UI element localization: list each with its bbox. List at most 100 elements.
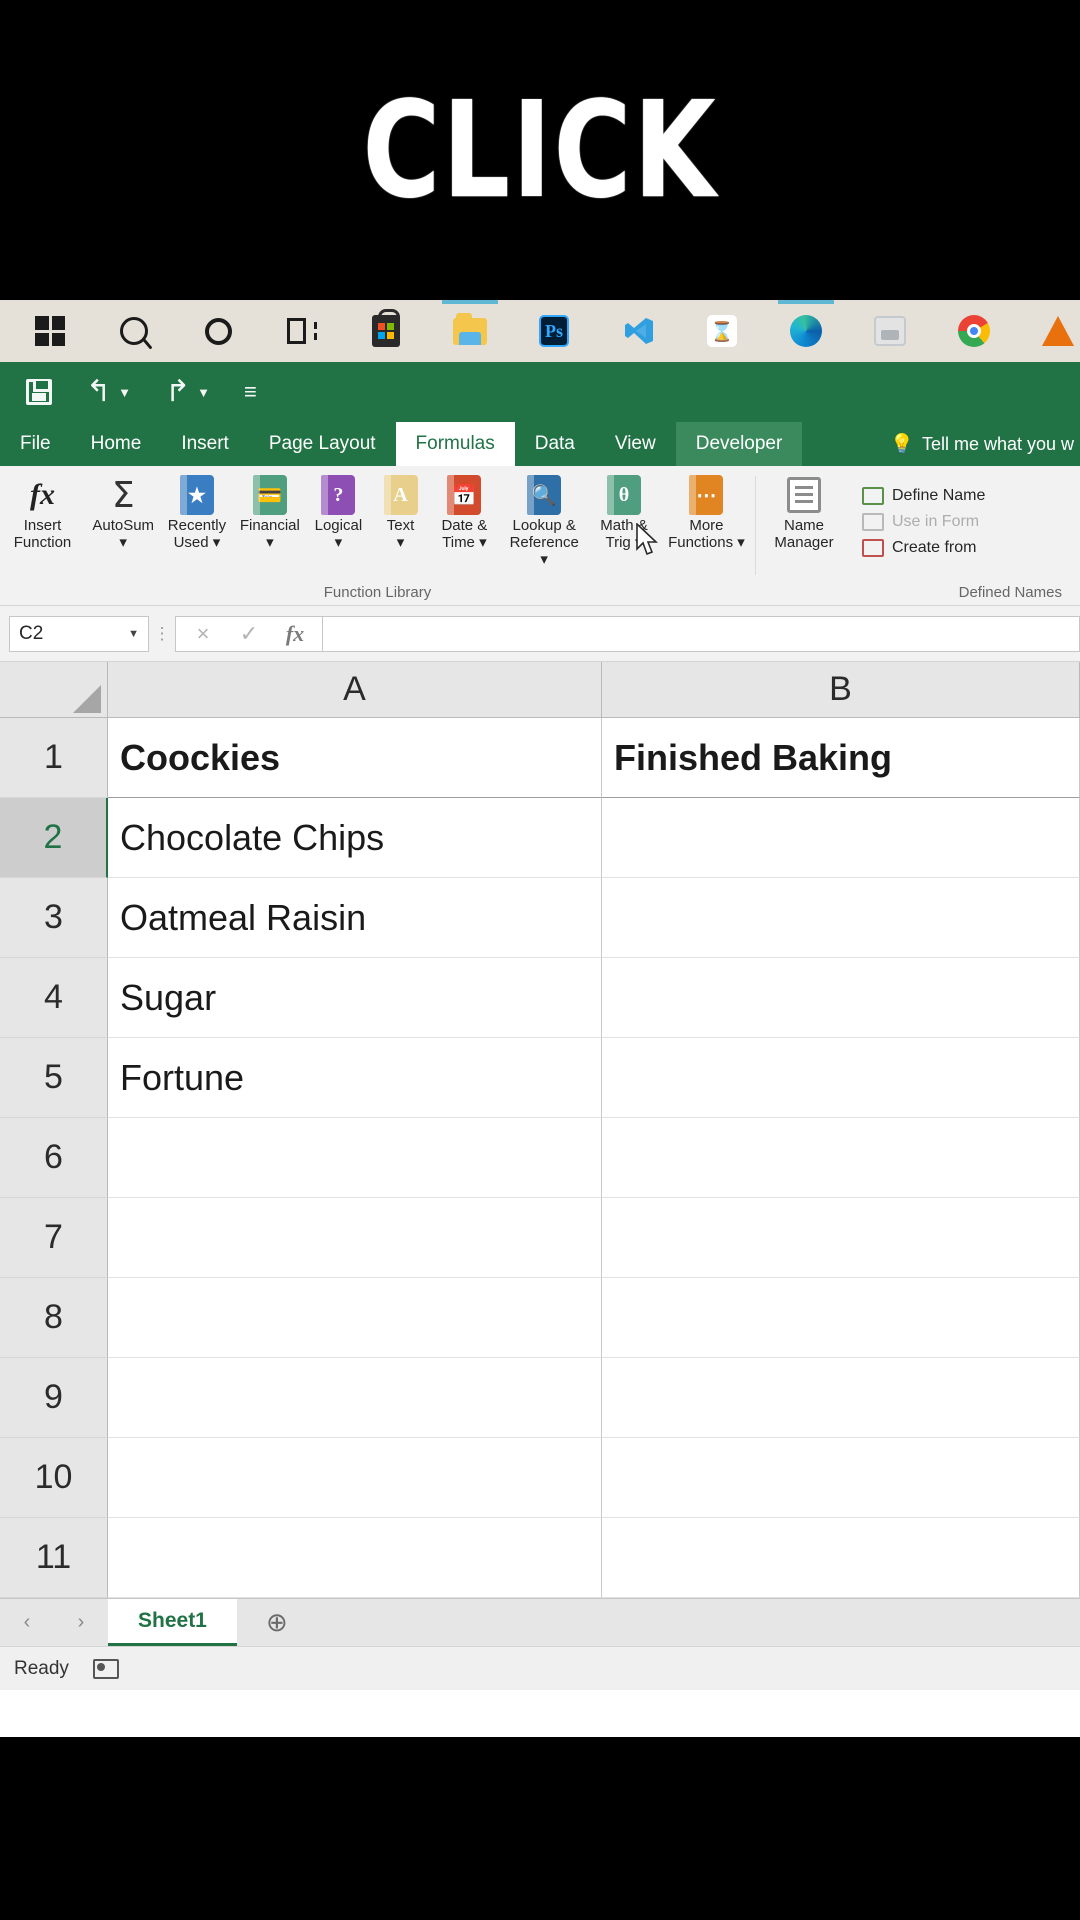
cortana-button[interactable] bbox=[176, 300, 260, 362]
save-button[interactable] bbox=[26, 379, 52, 405]
name-box[interactable]: C2 ▼ bbox=[9, 615, 149, 652]
customize-qat-button[interactable]: ≡ bbox=[244, 379, 257, 405]
cell-a2[interactable]: Chocolate Chips bbox=[108, 798, 602, 878]
create-from-selection-button[interactable]: Create from bbox=[862, 539, 985, 557]
cell-a11[interactable] bbox=[108, 1518, 602, 1598]
cell-a4[interactable]: Sugar bbox=[108, 958, 602, 1038]
insert-function-icon[interactable]: fx bbox=[272, 621, 318, 647]
autosum-button[interactable]: Σ AutoSum ▾ bbox=[86, 475, 161, 552]
logical-button[interactable]: ? Logical ▾ bbox=[306, 475, 370, 552]
next-sheet-button[interactable]: › bbox=[78, 1611, 85, 1634]
cell-b7[interactable] bbox=[602, 1198, 1080, 1278]
add-sheet-button[interactable]: ⊕ bbox=[237, 1599, 317, 1646]
paint-button[interactable] bbox=[848, 300, 932, 362]
lookup-reference-book-icon: 🔍 bbox=[527, 475, 562, 515]
microsoft-edge-button[interactable] bbox=[764, 300, 848, 362]
define-name-icon bbox=[862, 487, 884, 505]
cell-b11[interactable] bbox=[602, 1518, 1080, 1598]
cell-b3[interactable] bbox=[602, 878, 1080, 958]
photoshop-button[interactable]: Ps bbox=[512, 300, 596, 362]
formula-bar: C2 ▼ ⋮ × ✓ fx bbox=[0, 606, 1080, 662]
row-header-8[interactable]: 8 bbox=[0, 1278, 108, 1358]
customize-qat-icon: ≡ bbox=[244, 379, 257, 404]
cell-b2[interactable] bbox=[602, 798, 1080, 878]
use-in-formula-button[interactable]: Use in Form bbox=[862, 513, 985, 531]
cell-a7[interactable] bbox=[108, 1198, 602, 1278]
undo-button[interactable]: ↰ ▼ bbox=[86, 377, 131, 407]
hourglass-app-button[interactable]: ⌛ bbox=[680, 300, 764, 362]
name-box-value: C2 bbox=[19, 622, 44, 644]
mouse-cursor bbox=[636, 523, 659, 556]
financial-button[interactable]: 💳 Financial ▾ bbox=[233, 475, 306, 552]
ribbon-tab-view[interactable]: View bbox=[595, 422, 676, 466]
row-header-10[interactable]: 10 bbox=[0, 1438, 108, 1518]
ribbon-tab-data[interactable]: Data bbox=[515, 422, 595, 466]
cell-a9[interactable] bbox=[108, 1358, 602, 1438]
formula-input[interactable] bbox=[323, 615, 1080, 652]
cell-a5[interactable]: Fortune bbox=[108, 1038, 602, 1118]
cell-b8[interactable] bbox=[602, 1278, 1080, 1358]
undo-icon: ↰ bbox=[86, 374, 112, 409]
ribbon-tab-file[interactable]: File bbox=[0, 422, 71, 466]
google-chrome-button[interactable] bbox=[932, 300, 1016, 362]
text-button[interactable]: A Text ▾ bbox=[371, 475, 431, 552]
windows-logo-icon bbox=[35, 316, 65, 346]
date-time-button[interactable]: 📅 Date & Time ▾ bbox=[431, 475, 499, 552]
ribbon-tab-bar: File Home Insert Page Layout Formulas Da… bbox=[0, 422, 1080, 466]
row-header-5[interactable]: 5 bbox=[0, 1038, 108, 1118]
click-overlay-text: CLICK bbox=[362, 71, 718, 229]
row-header-11[interactable]: 11 bbox=[0, 1518, 108, 1598]
cell-a3[interactable]: Oatmeal Raisin bbox=[108, 878, 602, 958]
search-button[interactable] bbox=[92, 300, 176, 362]
select-all-corner[interactable] bbox=[0, 662, 108, 718]
lookup-reference-button[interactable]: 🔍 Lookup & Reference ▾ bbox=[498, 475, 590, 568]
cell-b1[interactable]: Finished Baking bbox=[602, 718, 1080, 798]
define-name-button[interactable]: Define Name bbox=[862, 487, 985, 505]
name-manager-button[interactable]: Name Manager bbox=[756, 475, 852, 552]
cell-a1[interactable]: Coockies bbox=[108, 718, 602, 798]
microsoft-store-button[interactable] bbox=[344, 300, 428, 362]
row-header-9[interactable]: 9 bbox=[0, 1358, 108, 1438]
ribbon-tab-home[interactable]: Home bbox=[71, 422, 162, 466]
tell-me-search[interactable]: 💡 Tell me what you w bbox=[890, 422, 1080, 466]
vlc-button[interactable] bbox=[1016, 300, 1080, 362]
cancel-formula-button[interactable]: × bbox=[180, 621, 226, 647]
start-button[interactable] bbox=[8, 300, 92, 362]
ribbon-tab-formulas[interactable]: Formulas bbox=[395, 422, 515, 466]
recently-used-button[interactable]: ★ Recently Used ▾ bbox=[161, 475, 234, 552]
row-header-7[interactable]: 7 bbox=[0, 1198, 108, 1278]
row-header-2[interactable]: 2 bbox=[0, 798, 108, 878]
ribbon-tab-page-layout[interactable]: Page Layout bbox=[249, 422, 396, 466]
insert-function-button[interactable]: fx Insert Function bbox=[0, 475, 85, 552]
logical-label: Logical ▾ bbox=[314, 517, 363, 551]
cell-b9[interactable] bbox=[602, 1358, 1080, 1438]
file-explorer-button[interactable] bbox=[428, 300, 512, 362]
row-header-3[interactable]: 3 bbox=[0, 878, 108, 958]
cell-a10[interactable] bbox=[108, 1438, 602, 1518]
recently-used-book-icon: ★ bbox=[179, 475, 214, 515]
row-header-4[interactable]: 4 bbox=[0, 958, 108, 1038]
cell-a8[interactable] bbox=[108, 1278, 602, 1358]
ribbon-group-defined-names: Name Manager Define Name Use in Form Cre… bbox=[756, 466, 1076, 605]
sheet-tab-sheet1[interactable]: Sheet1 bbox=[108, 1599, 237, 1646]
cell-b6[interactable] bbox=[602, 1118, 1080, 1198]
row-header-1[interactable]: 1 bbox=[0, 718, 108, 798]
column-header-b[interactable]: B bbox=[602, 662, 1080, 718]
cell-b4[interactable] bbox=[602, 958, 1080, 1038]
prev-sheet-button[interactable]: ‹ bbox=[24, 1611, 31, 1634]
cell-a6[interactable] bbox=[108, 1118, 602, 1198]
ribbon-tab-developer[interactable]: Developer bbox=[675, 422, 803, 466]
task-view-button[interactable] bbox=[260, 300, 344, 362]
cell-b10[interactable] bbox=[602, 1438, 1080, 1518]
column-header-a[interactable]: A bbox=[108, 662, 602, 718]
vs-code-button[interactable] bbox=[596, 300, 680, 362]
chevron-down-icon: ▼ bbox=[118, 384, 132, 400]
name-box-resize-handle[interactable]: ⋮ bbox=[149, 624, 175, 644]
enter-formula-button[interactable]: ✓ bbox=[226, 621, 272, 647]
more-functions-button[interactable]: ⋯ More Functions ▾ bbox=[658, 475, 755, 552]
ribbon-tab-insert[interactable]: Insert bbox=[161, 422, 249, 466]
row-header-6[interactable]: 6 bbox=[0, 1118, 108, 1198]
cell-b5[interactable] bbox=[602, 1038, 1080, 1118]
redo-button[interactable]: ↱ ▼ bbox=[165, 377, 210, 407]
record-macro-icon[interactable] bbox=[92, 1658, 119, 1679]
